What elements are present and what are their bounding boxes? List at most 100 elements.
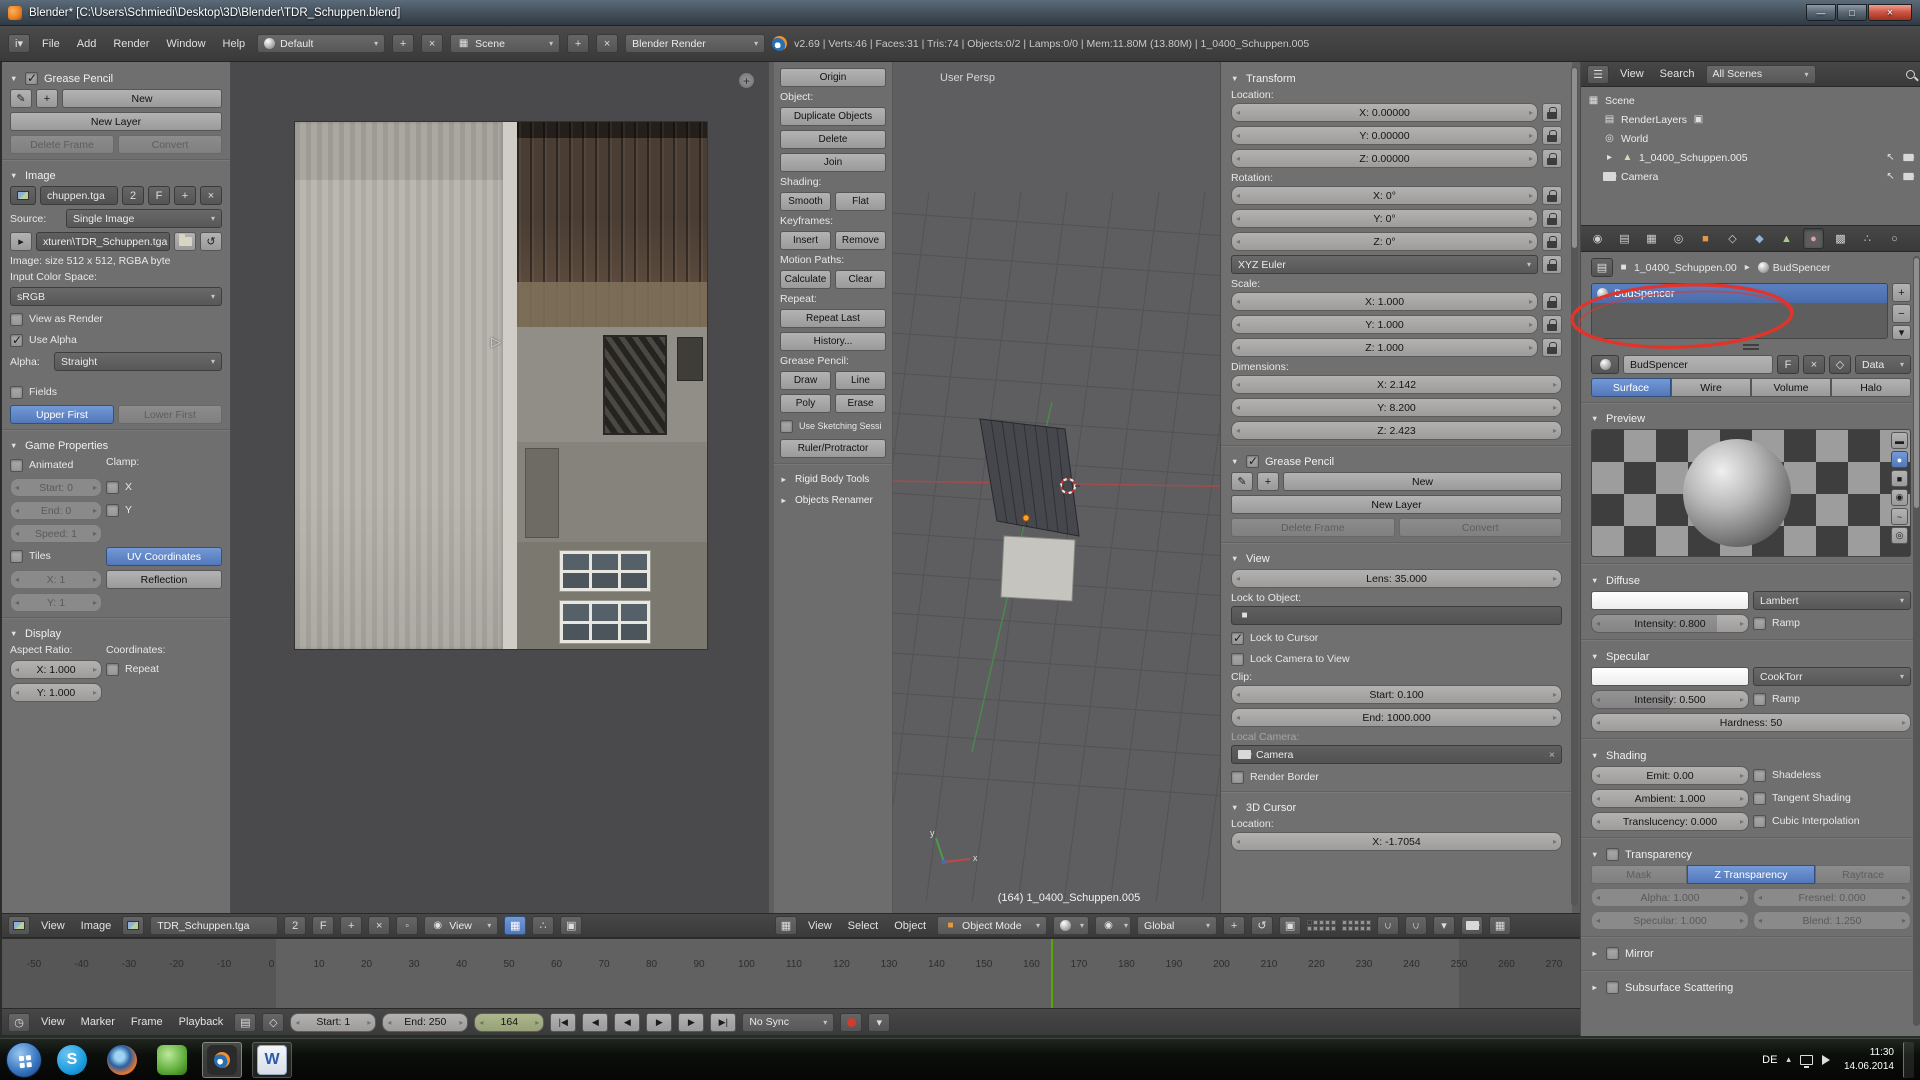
dimensions-z-field[interactable]: Z: 2.423: [1231, 421, 1562, 440]
lock-to-cursor-checkbox[interactable]: [1231, 632, 1244, 645]
join-button[interactable]: Join: [780, 153, 886, 172]
preview-world-icon[interactable]: ◎: [1891, 527, 1908, 544]
panel-header-specular[interactable]: Specular: [1591, 646, 1911, 667]
opengl-render-anim-button[interactable]: ▦: [1489, 916, 1511, 935]
hardness-field[interactable]: Hardness: 50: [1591, 713, 1911, 732]
manipulator-rotate-toggle[interactable]: ↺: [1251, 916, 1273, 935]
tab-render-icon[interactable]: ◉: [1587, 228, 1608, 249]
panel-header-rigid-body[interactable]: Rigid Body Tools: [780, 469, 886, 490]
scale-y-field[interactable]: Y: 1.000: [1231, 315, 1538, 334]
restrict-render-icon[interactable]: [1903, 154, 1913, 161]
preview-range-toggle[interactable]: ▤: [234, 1013, 256, 1032]
preview-hair-icon[interactable]: ~: [1891, 508, 1908, 525]
clamp-x-checkbox[interactable]: [106, 481, 119, 494]
play-button[interactable]: ▶: [646, 1013, 672, 1032]
sync-mode-select[interactable]: No Sync: [742, 1013, 834, 1032]
panel-header-shading[interactable]: Shading: [1591, 745, 1911, 766]
tab-scene-icon[interactable]: ▦: [1641, 228, 1662, 249]
timeline-marker-menu[interactable]: Marker: [76, 1016, 120, 1028]
scene-add-button[interactable]: +: [567, 34, 589, 53]
folder-browse-icon[interactable]: [174, 232, 196, 251]
tab-texture-icon[interactable]: ▩: [1830, 228, 1851, 249]
uv-sync-select-toggle[interactable]: ▦: [504, 916, 526, 935]
cubic-interpolation-checkbox[interactable]: [1753, 815, 1766, 828]
screen-delete-button[interactable]: ×: [421, 34, 443, 53]
editor-type-icon[interactable]: ▦: [775, 916, 797, 935]
outliner-item-scene[interactable]: ▦Scene: [1587, 91, 1915, 110]
material-slot-selected[interactable]: BudSpencer: [1592, 284, 1887, 303]
gp-new-layer-button[interactable]: New Layer: [1231, 495, 1562, 514]
layers-grid[interactable]: [1342, 920, 1371, 931]
screen-add-button[interactable]: +: [392, 34, 414, 53]
calculate-paths-button[interactable]: Calculate: [780, 270, 831, 289]
clear-paths-button[interactable]: Clear: [835, 270, 886, 289]
flat-button[interactable]: Flat: [835, 192, 886, 211]
taskbar-item-app[interactable]: [152, 1042, 192, 1078]
rotation-mode-select[interactable]: XYZ Euler: [1231, 255, 1538, 274]
location-x-field[interactable]: X: 0.00000: [1231, 103, 1538, 122]
gp-draw-button[interactable]: Draw: [780, 371, 831, 390]
timeline-view-menu[interactable]: View: [36, 1016, 70, 1028]
sketching-sessions-checkbox[interactable]: [780, 420, 793, 433]
lock-icon[interactable]: [1542, 186, 1562, 205]
search-icon[interactable]: [1906, 70, 1915, 79]
specular-ramp-checkbox[interactable]: [1753, 693, 1766, 706]
volume-icon[interactable]: [1822, 1055, 1835, 1065]
taskbar-item-skype[interactable]: S: [52, 1042, 92, 1078]
lock-icon[interactable]: [1542, 338, 1562, 357]
diffuse-shader-select[interactable]: Lambert: [1753, 591, 1911, 610]
lock-object-field[interactable]: ■: [1231, 606, 1562, 625]
material-type-wire[interactable]: Wire: [1671, 378, 1751, 397]
jump-to-start-button[interactable]: |◀: [550, 1013, 576, 1032]
tiles-checkbox[interactable]: [10, 550, 23, 563]
add-icon[interactable]: +: [1257, 472, 1279, 491]
origin-button[interactable]: Origin: [780, 68, 886, 87]
location-y-field[interactable]: Y: 0.00000: [1231, 126, 1538, 145]
uv-face-select-icon[interactable]: ▣: [560, 916, 582, 935]
animated-checkbox[interactable]: [10, 459, 23, 472]
delete-button[interactable]: Delete: [780, 130, 886, 149]
show-desktop-button[interactable]: [1903, 1042, 1914, 1078]
menu-help[interactable]: Help: [218, 38, 251, 50]
hidden-icons-arrow[interactable]: ▴: [1786, 1054, 1791, 1065]
menu-window[interactable]: Window: [161, 38, 210, 50]
v3d-view-menu[interactable]: View: [803, 920, 837, 932]
menu-file[interactable]: File: [37, 38, 65, 50]
taskbar-item-firefox[interactable]: [102, 1042, 142, 1078]
repeat-checkbox[interactable]: [106, 663, 119, 676]
specular-intensity-slider[interactable]: Intensity: 0.500: [1591, 690, 1749, 709]
tab-particles-icon[interactable]: ∴: [1857, 228, 1878, 249]
snap-target-select[interactable]: ▾: [1433, 916, 1455, 935]
dimensions-y-field[interactable]: Y: 8.200: [1231, 398, 1562, 417]
lock-icon[interactable]: [1542, 232, 1562, 251]
language-indicator[interactable]: DE: [1762, 1054, 1777, 1066]
rotation-z-field[interactable]: Z: 0°: [1231, 232, 1538, 251]
restrict-render-icon[interactable]: [1903, 173, 1913, 180]
anim-start-field[interactable]: Start: 0: [10, 478, 102, 497]
gp-delete-frame-button[interactable]: Delete Frame: [1231, 518, 1395, 537]
material-name-field[interactable]: BudSpencer: [1623, 355, 1773, 374]
current-frame-line[interactable]: [1051, 939, 1053, 1008]
texture-image[interactable]: ▷: [295, 122, 707, 649]
emit-field[interactable]: Emit: 0.00: [1591, 766, 1749, 785]
image-browse-icon[interactable]: [122, 916, 144, 935]
upper-first-button[interactable]: Upper First: [10, 405, 114, 424]
outliner-item-object[interactable]: ▸▲1_0400_Schuppen.005↖: [1587, 148, 1915, 167]
preview-cube-icon[interactable]: ■: [1891, 470, 1908, 487]
transparency-ztransp-button[interactable]: Z Transparency: [1687, 865, 1815, 884]
editor-type-icon[interactable]: ☰: [1587, 65, 1609, 84]
image-users-button[interactable]: 2: [284, 916, 306, 935]
outliner-item-camera[interactable]: Camera↖: [1587, 167, 1915, 186]
image-new-icon[interactable]: +: [340, 916, 362, 935]
expander-icon[interactable]: ▸: [1603, 152, 1616, 163]
manipulator-translate-toggle[interactable]: +: [1223, 916, 1245, 935]
panel-header-3d-cursor[interactable]: 3D Cursor: [1231, 797, 1562, 818]
shadeless-checkbox[interactable]: [1753, 769, 1766, 782]
clip-start-field[interactable]: Start: 0.100: [1231, 685, 1562, 704]
panel-header-transparency[interactable]: Transparency: [1591, 844, 1911, 865]
material-type-halo[interactable]: Halo: [1831, 378, 1911, 397]
panel-header-view[interactable]: View: [1231, 548, 1562, 569]
maximize-button[interactable]: □: [1837, 4, 1867, 21]
history-button[interactable]: History...: [780, 332, 886, 351]
viewport-scrollbar[interactable]: [1571, 66, 1578, 906]
